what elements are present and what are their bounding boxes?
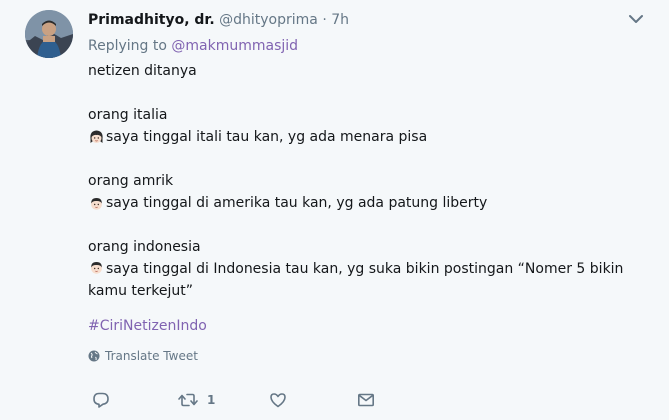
text-line-3: saya tinggal itali tau kan, yg ada menar… <box>106 129 428 145</box>
hashtag-link[interactable]: #CiriNetizenIndo <box>88 316 649 336</box>
translate-tweet-button[interactable]: Translate Tweet <box>88 348 649 364</box>
woman-face-emoji-icon <box>88 129 105 146</box>
text-line: orang indonesia <box>88 236 649 258</box>
timestamp[interactable]: 7h <box>331 12 349 28</box>
text-line-7: saya tinggal di Indonesia tau kan, yg su… <box>88 261 624 299</box>
text-line-6: orang indonesia <box>88 239 201 255</box>
text-line: netizen ditanya <box>88 60 649 82</box>
text-line-2: orang italia <box>88 107 168 123</box>
heart-icon <box>270 393 286 408</box>
translate-label: Translate Tweet <box>105 349 198 363</box>
retweet-icon <box>178 393 198 407</box>
reply-button[interactable] <box>92 390 110 410</box>
separator: · <box>322 12 327 28</box>
tweet-text: netizen ditanya orang italia saya tingga… <box>88 60 649 302</box>
text-line-7-wrapper: saya tinggal di Indonesia tau kan, yg su… <box>88 258 648 302</box>
fullname[interactable]: Primadhityo, dr. <box>88 12 215 28</box>
text-line: orang italia <box>88 104 649 126</box>
man-face-emoji-icon <box>88 195 105 212</box>
avatar[interactable] <box>25 10 73 58</box>
replying-to: Replying to @makmummasjid <box>88 36 649 56</box>
replying-to-link[interactable]: @makmummasjid <box>171 38 298 54</box>
retweet-button[interactable]: 1 <box>178 390 215 410</box>
tweet-actions: 1 <box>88 390 488 410</box>
direct-message-button[interactable] <box>357 390 375 410</box>
replying-prefix: Replying to <box>88 38 167 54</box>
chevron-down-icon[interactable] <box>627 10 645 28</box>
avatar-image <box>25 10 73 58</box>
envelope-icon <box>357 393 374 407</box>
tweet-header: Primadhityo, dr. @dhityoprima · 7h <box>88 10 649 30</box>
text-line: orang amrik <box>88 170 649 192</box>
text-line: saya tinggal di Indonesia tau kan, yg su… <box>88 258 649 302</box>
reply-icon <box>93 392 109 408</box>
man-face-emoji-icon <box>88 259 105 276</box>
text-line: saya tinggal di amerika tau kan, yg ada … <box>88 192 649 214</box>
username[interactable]: @dhityoprima <box>219 12 318 28</box>
retweet-count: 1 <box>207 393 216 407</box>
text-line: saya tinggal itali tau kan, yg ada menar… <box>88 126 649 148</box>
like-button[interactable] <box>269 390 287 410</box>
text-line-4: orang amrik <box>88 173 174 189</box>
tweet[interactable]: Primadhityo, dr. @dhityoprima · 7h Reply… <box>0 0 669 420</box>
text-line-1: netizen ditanya <box>88 63 197 79</box>
globe-icon <box>88 350 100 362</box>
text-line-5: saya tinggal di amerika tau kan, yg ada … <box>106 195 488 211</box>
